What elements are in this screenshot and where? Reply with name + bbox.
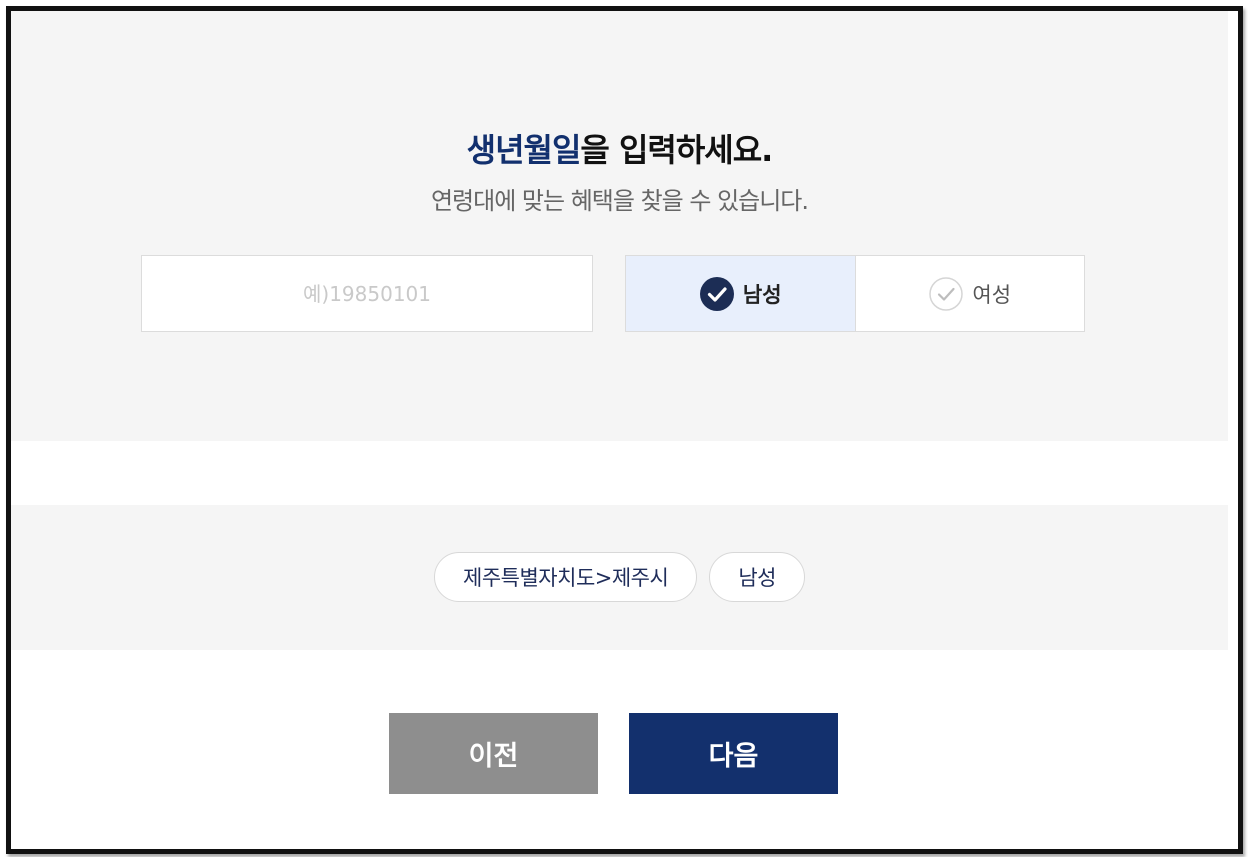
prev-button[interactable]: 이전 — [389, 713, 598, 794]
chip-gender[interactable]: 남성 — [709, 552, 805, 602]
birthdate-section: 생년월일을 입력하세요. 연령대에 맞는 혜택을 찾을 수 있습니다. 남성 여… — [11, 11, 1228, 441]
page-title: 생년월일을 입력하세요. — [11, 125, 1228, 171]
title-accent: 생년월일 — [466, 131, 582, 169]
next-button[interactable]: 다음 — [629, 713, 838, 794]
title-rest: 을 입력하세요. — [580, 131, 773, 169]
chip-region[interactable]: 제주특별자치도>제주시 — [434, 552, 698, 602]
gender-option-male[interactable]: 남성 — [626, 256, 856, 331]
gender-selector: 남성 여성 — [625, 255, 1085, 332]
page-subtitle: 연령대에 맞는 혜택을 찾을 수 있습니다. — [430, 187, 809, 215]
gender-label-male: 남성 — [742, 282, 782, 307]
gender-label-female: 여성 — [972, 282, 1012, 307]
selected-chips: 제주특별자치도>제주시 남성 — [11, 552, 1228, 602]
check-circle-outline-icon — [929, 276, 964, 311]
birthdate-input[interactable] — [141, 255, 593, 332]
dialog-frame: 생년월일을 입력하세요. 연령대에 맞는 혜택을 찾을 수 있습니다. 남성 여… — [6, 6, 1243, 854]
gender-option-female[interactable]: 여성 — [856, 256, 1085, 331]
check-circle-filled-icon — [699, 276, 734, 311]
